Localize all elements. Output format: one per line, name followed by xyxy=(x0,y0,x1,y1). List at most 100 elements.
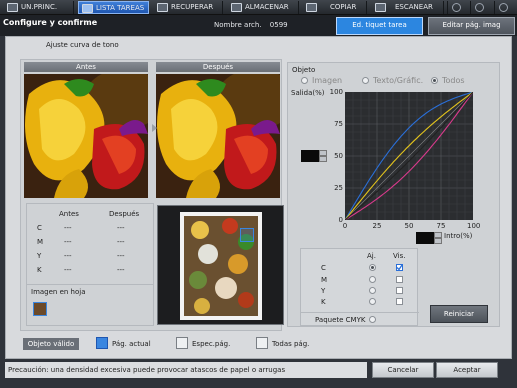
row-after: --- xyxy=(117,252,125,260)
help-button[interactable] xyxy=(470,1,488,14)
scan-icon xyxy=(375,3,386,12)
store-icon xyxy=(231,3,242,12)
curve-y-tick: 25 xyxy=(334,184,343,192)
valid-object-label: Objeto válido xyxy=(23,338,79,350)
scope-option-all-pages[interactable]: Todas pág. xyxy=(256,335,328,351)
curve-y-tick: 75 xyxy=(334,120,343,128)
recall-icon xyxy=(157,3,168,12)
radio-image xyxy=(301,77,308,84)
visible-checkbox-c[interactable] xyxy=(396,264,403,271)
spinner-down-icon[interactable] xyxy=(434,238,442,244)
channel-letter: M xyxy=(321,276,328,284)
settings-button[interactable] xyxy=(447,1,465,14)
table-row: C --- --- xyxy=(27,222,155,236)
cmyk-package-radio[interactable] xyxy=(369,316,376,323)
channel-letter: K xyxy=(321,298,326,306)
all-pages-icon xyxy=(256,337,268,349)
cancel-button[interactable]: Cancelar xyxy=(372,362,434,378)
curve-x-tick: 0 xyxy=(342,222,348,230)
output-value-spinner[interactable] xyxy=(301,150,327,162)
row-after: --- xyxy=(117,238,125,246)
nav-tab-scan[interactable]: ESCANEAR xyxy=(372,1,444,14)
after-image xyxy=(156,74,280,198)
table-row: K --- --- xyxy=(27,264,155,278)
top-navigation-bar: UN.PRINC. LISTA TAREAS RECUPERAR ALMACEN… xyxy=(0,0,517,15)
cmyk-package-row[interactable]: Paquete CMYK xyxy=(301,312,419,324)
object-option-image[interactable]: Imagen xyxy=(301,76,357,86)
table-row: Y --- --- xyxy=(27,250,155,264)
adjust-radio-m[interactable] xyxy=(369,276,376,283)
nav-tab-label: ALMACENAR xyxy=(245,3,289,11)
adjust-radio-y[interactable] xyxy=(369,287,376,294)
filename-label: Nombre arch. xyxy=(214,21,262,29)
job-list-icon xyxy=(82,4,93,13)
header-bar: Configure y confirme Nombre arch. 0599 E… xyxy=(0,15,517,36)
channel-letter: C xyxy=(321,264,326,272)
nav-tab-label: RECUPERAR xyxy=(171,3,214,11)
footer-bar: Precaución: una densidad excesiva puede … xyxy=(0,360,517,388)
tab-edit-page-image[interactable]: Editar pág. imag xyxy=(428,17,515,35)
scope-option-label: Todas pág. xyxy=(272,340,310,348)
visible-checkbox-y[interactable] xyxy=(396,287,403,294)
check-icon xyxy=(396,264,403,271)
row-before: --- xyxy=(64,224,72,232)
table-col-after: Después xyxy=(109,210,140,218)
cmyk-package-label: Paquete CMYK xyxy=(315,316,366,324)
before-after-arrow-icon xyxy=(152,124,157,132)
accept-button[interactable]: Aceptar xyxy=(436,362,498,378)
reset-button[interactable]: Reiniciar xyxy=(430,305,488,323)
curve-x-tick: 25 xyxy=(372,222,382,230)
channel-row-y: Y xyxy=(301,286,419,297)
adjust-radio-c[interactable] xyxy=(369,264,376,271)
row-before: --- xyxy=(64,238,72,246)
visible-checkbox-k[interactable] xyxy=(396,298,403,305)
scope-option-label: Pág. actual xyxy=(112,340,151,348)
page-preview xyxy=(157,205,284,325)
object-option-all[interactable]: Todos xyxy=(431,76,471,86)
after-header: Después xyxy=(156,62,280,72)
object-curve-panel: Objeto Imagen Texto/Gráfic. Todos Salida… xyxy=(287,62,500,327)
curve-x-label: Intro(%) xyxy=(444,232,473,240)
row-channel: C xyxy=(37,224,42,232)
nav-tab-recall[interactable]: RECUPERAR xyxy=(154,1,223,14)
pepper-photo-after xyxy=(156,74,280,198)
scope-option-label: Espec.pág. xyxy=(192,340,231,348)
nav-tab-label: COPIAR xyxy=(330,3,357,11)
row-before: --- xyxy=(64,252,72,260)
nav-tab-job-list[interactable]: LISTA TAREAS xyxy=(78,1,149,14)
scope-option-current-page[interactable]: Pág. actual xyxy=(96,335,168,351)
row-channel: M xyxy=(37,238,44,246)
curve-y-tick: 100 xyxy=(329,88,343,96)
sheet-thumbnail[interactable] xyxy=(33,302,47,316)
object-option-label: Texto/Gráfic. xyxy=(373,76,424,85)
channel-row-k: K xyxy=(301,297,419,308)
pepper-photo-before xyxy=(24,74,148,198)
before-header: Antes xyxy=(24,62,148,72)
tone-curve-panel: Ajuste curva de tono Antes Después Antes… xyxy=(5,36,512,359)
valid-object-row: Objeto válido Pág. actual Espec.pág. Tod… xyxy=(21,335,501,355)
copy-icon xyxy=(306,3,317,12)
filename-display: Nombre arch. 0599 xyxy=(214,21,288,29)
nav-tab-label: UN.PRINC. xyxy=(21,3,58,11)
input-value-spinner[interactable] xyxy=(416,232,442,244)
scope-option-specified-pages[interactable]: Espec.pág. xyxy=(176,335,248,351)
object-option-text-graphic[interactable]: Texto/Gráfic. xyxy=(362,76,426,86)
spinner-down-icon[interactable] xyxy=(319,156,327,162)
nav-tab-store[interactable]: ALMACENAR xyxy=(228,1,299,14)
tone-curve-chart[interactable] xyxy=(345,92,473,220)
nav-tab-copy[interactable]: COPIAR xyxy=(303,1,367,14)
sheet-image-selection-box[interactable] xyxy=(240,228,254,242)
page-preview-sheet xyxy=(180,212,262,320)
tab-edit-job-ticket[interactable]: Ed. tiquet tarea xyxy=(336,17,423,35)
col-visible: Vis. xyxy=(393,252,406,260)
adjust-radio-k[interactable] xyxy=(369,298,376,305)
object-option-label: Todos xyxy=(442,76,465,85)
power-button[interactable] xyxy=(494,1,512,14)
help-icon xyxy=(475,3,484,12)
specified-pages-icon xyxy=(176,337,188,349)
sheet-image-label: Imagen en hoja xyxy=(31,288,86,296)
curve-x-tick: 75 xyxy=(436,222,446,230)
nav-tab-home[interactable]: UN.PRINC. xyxy=(4,1,74,14)
visible-checkbox-m[interactable] xyxy=(396,276,403,283)
row-channel: K xyxy=(37,266,42,274)
